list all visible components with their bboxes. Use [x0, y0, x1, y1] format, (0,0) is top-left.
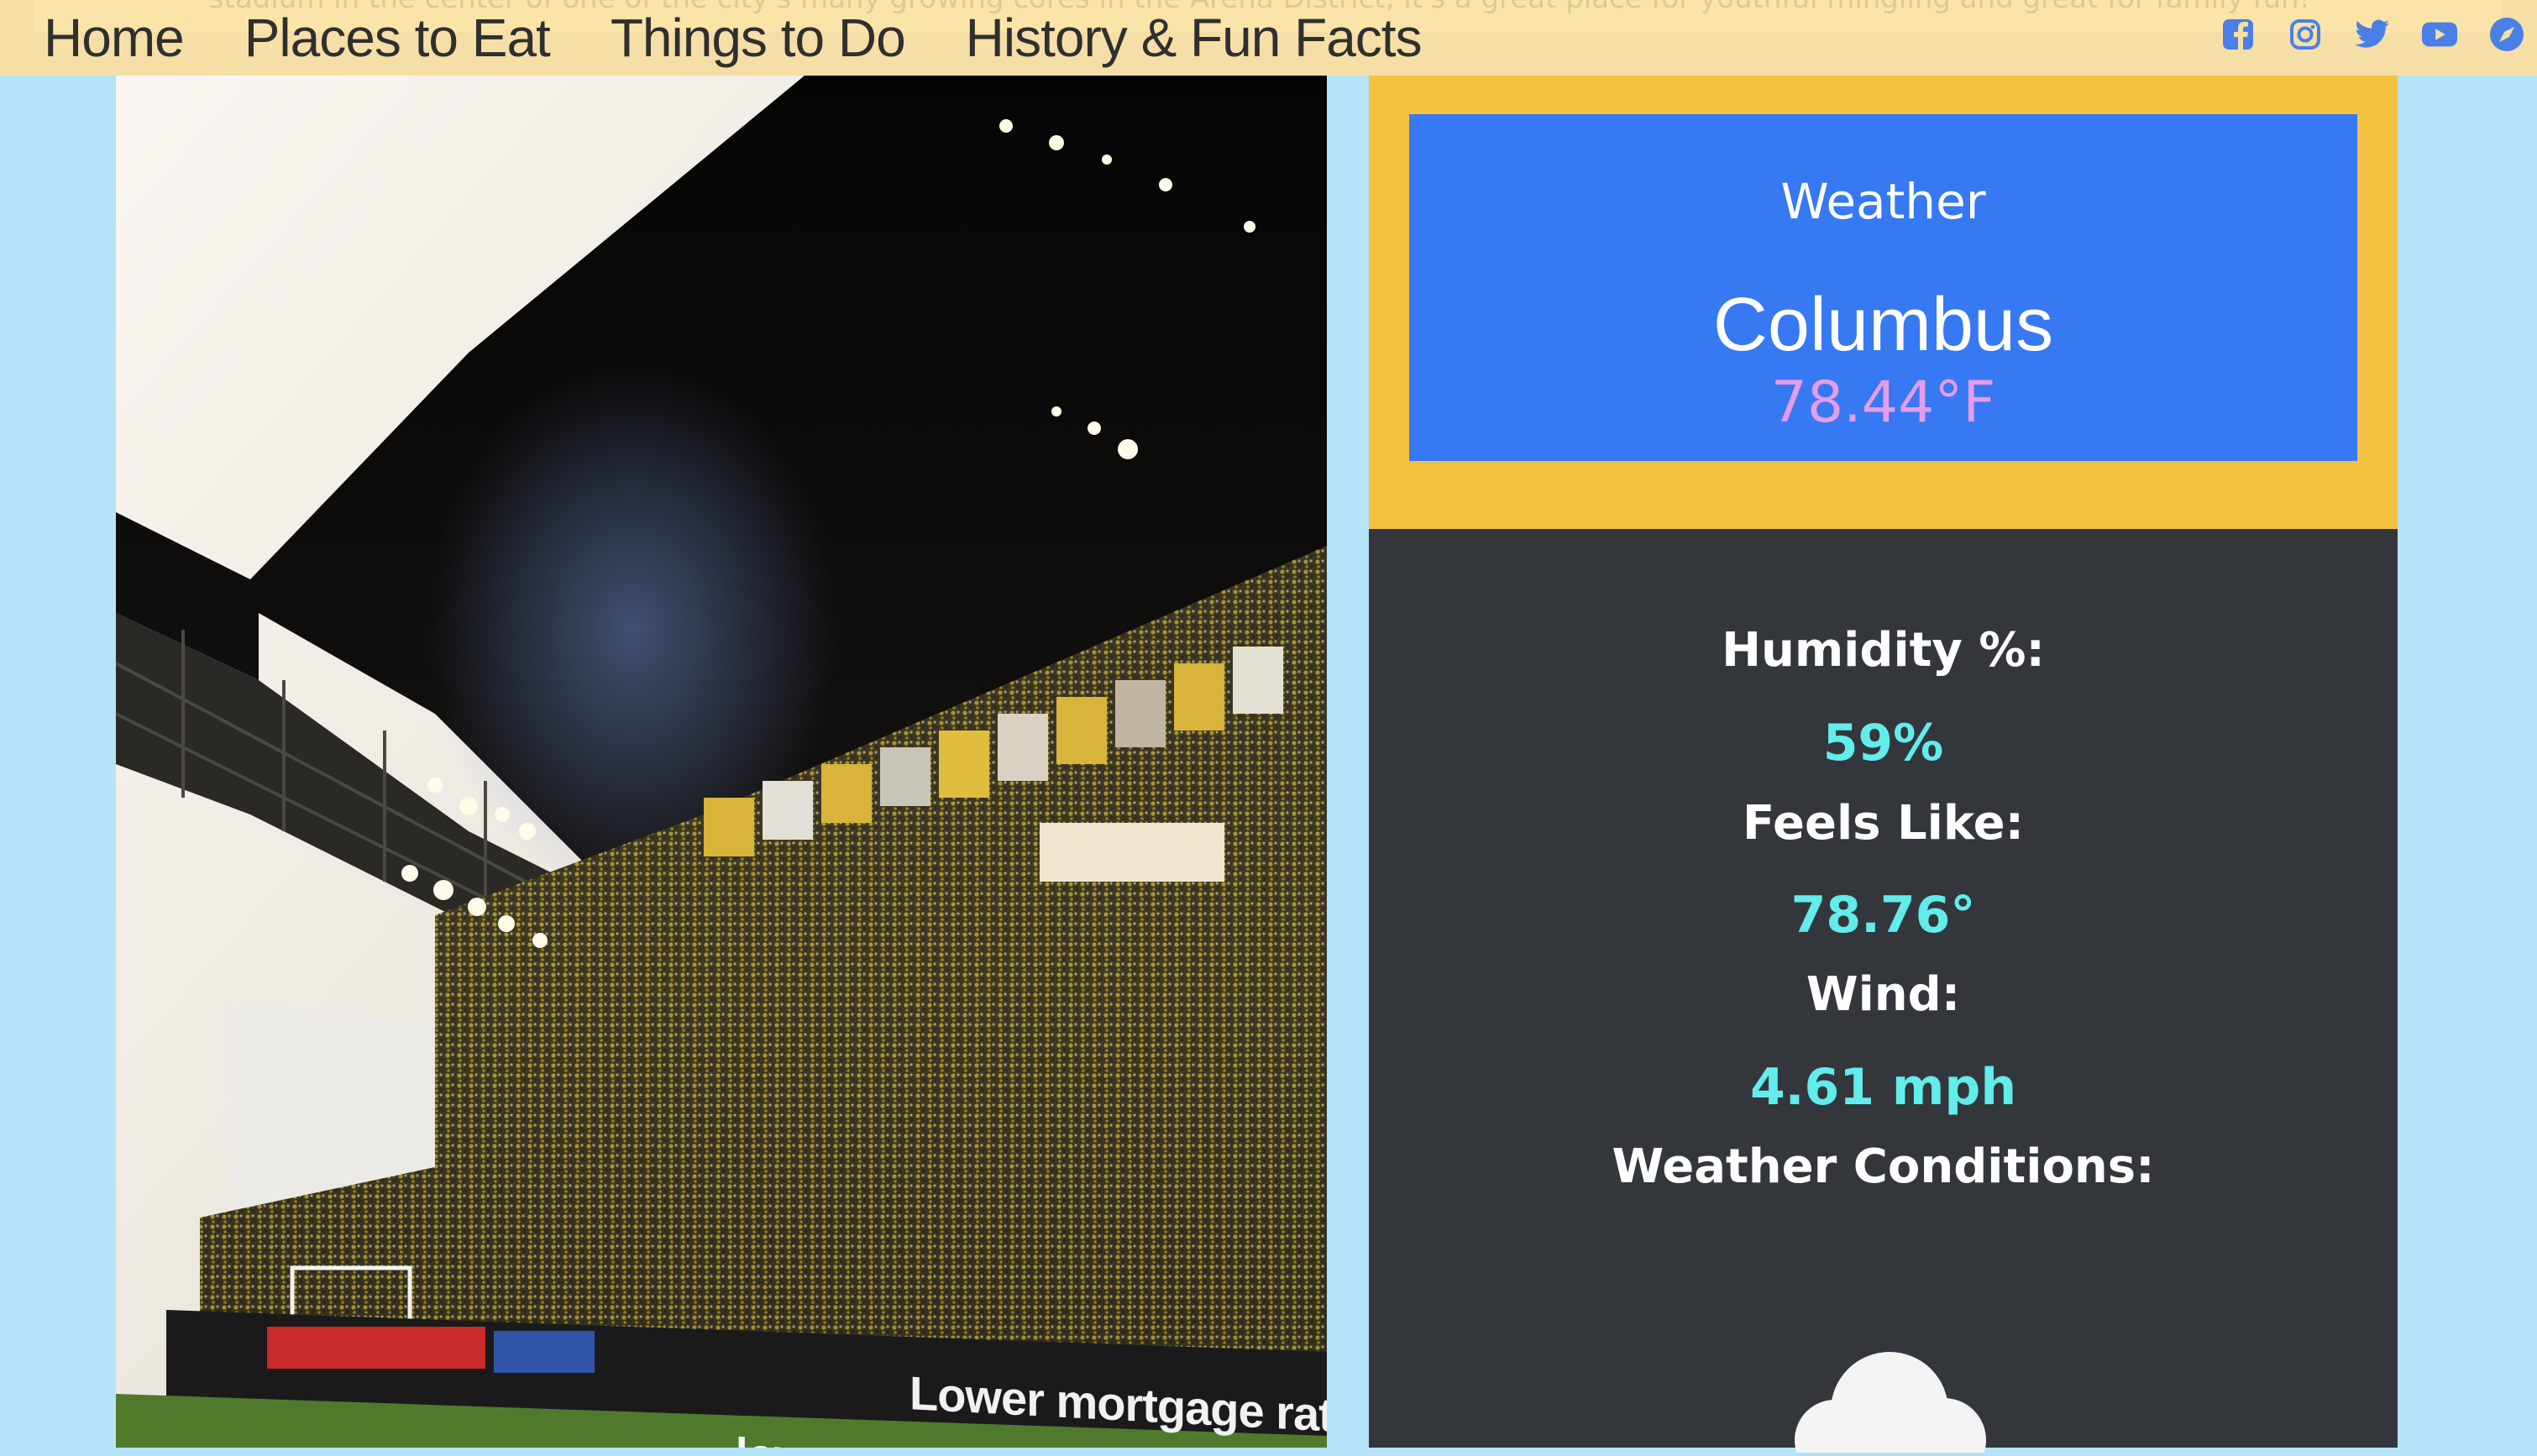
- background-paragraph: stadium in the center of one of the city…: [34, 0, 2486, 15]
- youtube-icon[interactable]: [2421, 16, 2458, 53]
- humidity-value: 59%: [1822, 714, 1944, 773]
- weather-details: Humidity %: 59% Feels Like: 78.76° Wind:…: [1369, 529, 2398, 1456]
- nav-places-to-eat-link[interactable]: Places to Eat: [244, 7, 551, 69]
- feels-like-value: 78.76°: [1790, 886, 1976, 945]
- weather-card: Weather Columbus 78.44°F: [1369, 76, 2398, 529]
- facebook-icon[interactable]: [2220, 16, 2257, 53]
- cloud-icon: [1755, 1335, 2024, 1456]
- feels-like-label: Feels Like:: [1743, 796, 2024, 851]
- weather-heading: Weather: [1780, 173, 1986, 230]
- nav-history-fun-facts-link[interactable]: History & Fun Facts: [966, 7, 1423, 69]
- weather-city: Columbus: [1712, 283, 2054, 367]
- nav-things-to-do-link[interactable]: Things to Do: [611, 7, 906, 69]
- stadium-hero-image: lower.com Lower mortgage rates. That sim…: [116, 76, 1327, 1448]
- nav-home-link[interactable]: Home: [44, 7, 185, 69]
- weather-summary: Weather Columbus 78.44°F: [1409, 114, 2357, 461]
- social-links: [2189, 13, 2525, 55]
- weather-temperature: 78.44°F: [1770, 369, 1996, 436]
- twitter-icon[interactable]: [2354, 16, 2391, 53]
- weather-conditions-label: Weather Conditions:: [1612, 1139, 2155, 1194]
- wind-value: 4.61 mph: [1749, 1058, 2017, 1117]
- instagram-icon[interactable]: [2287, 16, 2324, 53]
- compass-icon[interactable]: [2488, 16, 2525, 53]
- wind-label: Wind:: [1806, 967, 1961, 1022]
- humidity-label: Humidity %:: [1722, 623, 2045, 678]
